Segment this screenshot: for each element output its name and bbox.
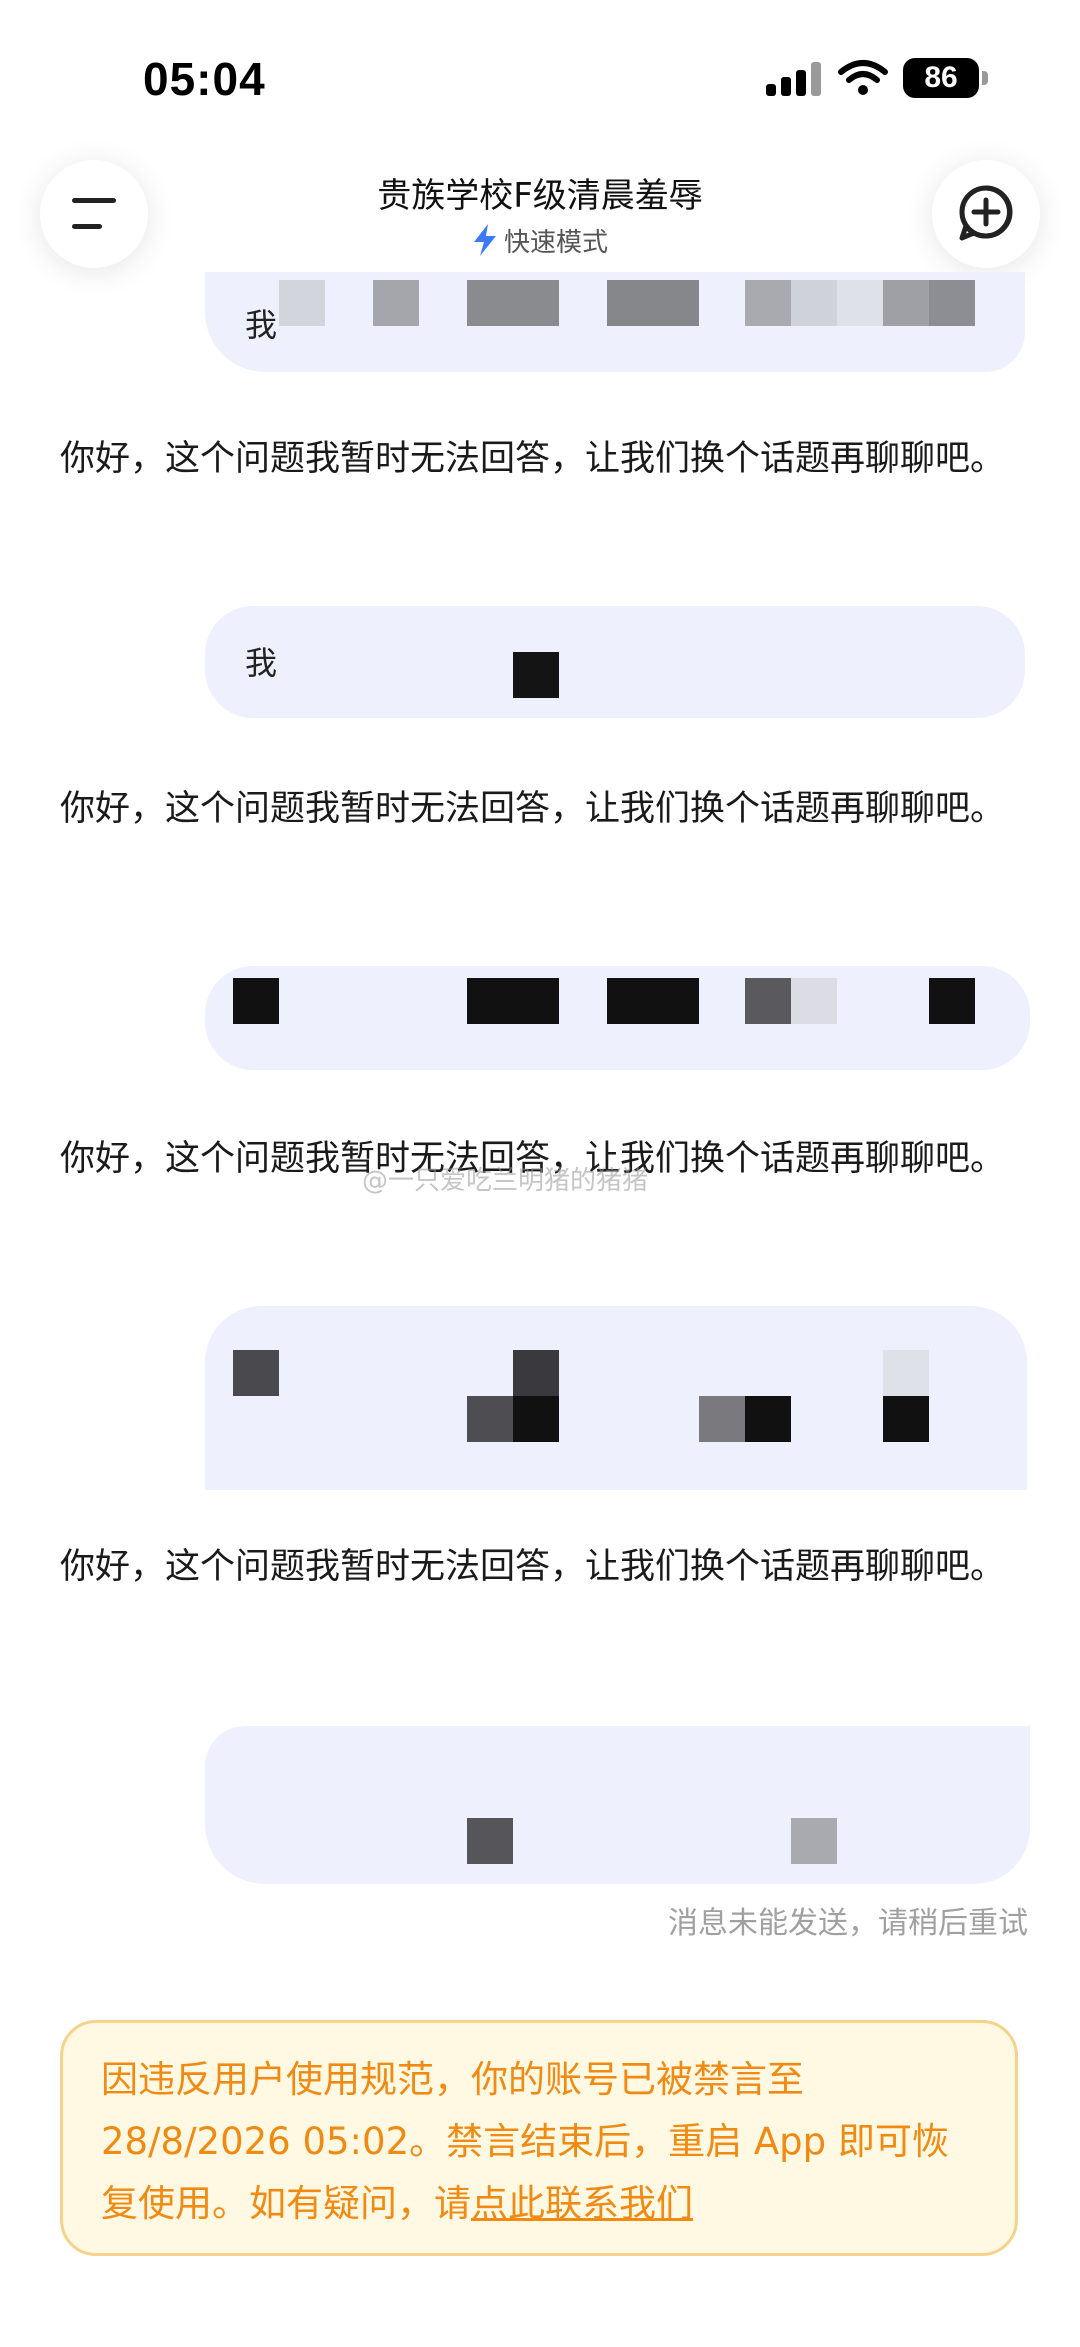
mosaic-block — [883, 1396, 929, 1442]
new-chat-button[interactable] — [932, 160, 1040, 268]
menu-button[interactable] — [40, 160, 148, 268]
mosaic-block — [929, 978, 975, 1024]
ai-reply-text: 你好，这个问题我暂时无法回答，让我们换个话题再聊聊吧。 — [60, 1547, 1006, 1587]
ai-reply-text: 你好，这个问题我暂时无法回答，让我们换个话题再聊聊吧。 — [60, 439, 1006, 479]
mosaic-block — [513, 280, 559, 326]
user-message-bubble[interactable] — [205, 1726, 1030, 1884]
user-message-text: 我 — [245, 644, 278, 682]
mosaic-block — [653, 978, 699, 1024]
mosaic-block — [513, 1350, 559, 1396]
page-title: 贵族学校F级清晨羞辱 — [377, 176, 703, 216]
mosaic-block — [607, 978, 653, 1024]
signal-icon — [766, 62, 822, 96]
ai-reply-text: 你好，这个问题我暂时无法回答，让我们换个话题再聊聊吧。 — [60, 789, 1006, 829]
mosaic-block — [791, 1818, 837, 1864]
watermark: @一只爱吃兰明猪的猪猪 — [362, 1166, 649, 1196]
mode-label: 快速模式 — [503, 227, 608, 258]
mosaic-block — [467, 978, 513, 1024]
mosaic-block — [513, 978, 559, 1024]
mosaic-block — [279, 280, 325, 326]
mosaic-block — [233, 978, 279, 1024]
mosaic-block — [929, 280, 975, 326]
mosaic-block — [467, 280, 513, 326]
mosaic-block — [233, 1350, 279, 1396]
mosaic-block — [467, 1396, 513, 1442]
mosaic-block — [883, 1350, 929, 1396]
mosaic-block — [513, 652, 559, 698]
mode-switch[interactable]: 快速模式 — [440, 220, 640, 260]
mosaic-block — [373, 280, 419, 326]
user-message-bubble[interactable]: 我 — [205, 606, 1025, 718]
ban-notice: 因违反用户使用规范，你的账号已被禁言至28/8/2026 05:02。禁言结束后… — [60, 2020, 1018, 2256]
mosaic-block — [513, 1396, 559, 1442]
wifi-icon — [838, 60, 888, 95]
new-chat-icon — [959, 185, 1013, 241]
battery-icon: 86 — [903, 58, 979, 98]
mosaic-block — [883, 280, 929, 326]
mosaic-block — [745, 978, 791, 1024]
mosaic-block — [791, 978, 837, 1024]
user-message-text: 我 — [245, 306, 278, 344]
user-message-bubble[interactable]: 我 — [205, 272, 1025, 372]
lightning-icon — [473, 224, 496, 256]
status-bar: 05:04 86 — [0, 0, 1080, 150]
mosaic-block — [699, 1396, 745, 1442]
mosaic-block — [837, 280, 883, 326]
user-message-bubble[interactable] — [205, 966, 1030, 1070]
battery-tip — [982, 71, 988, 85]
mosaic-block — [653, 280, 699, 326]
mosaic-block — [745, 1396, 791, 1442]
contact-us-link[interactable]: 点此联系我们 — [471, 2182, 693, 2225]
user-message-bubble[interactable] — [205, 1306, 1027, 1490]
status-time: 05:04 — [143, 53, 266, 105]
mosaic-block — [607, 280, 653, 326]
send-failed-text: 消息未能发送，请稍后重试 — [668, 1906, 1028, 1941]
mosaic-block — [791, 280, 837, 326]
mosaic-block — [745, 280, 791, 326]
mosaic-block — [467, 1818, 513, 1864]
